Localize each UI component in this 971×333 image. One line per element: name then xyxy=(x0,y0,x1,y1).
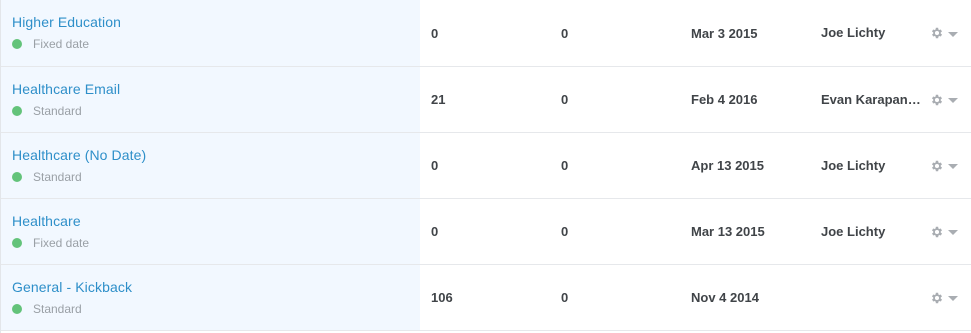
status-label: Standard xyxy=(33,302,82,316)
status-dot-icon xyxy=(12,172,22,182)
opens-count: 0 xyxy=(561,25,569,41)
opens-count: 0 xyxy=(561,224,569,239)
status-line: Standard xyxy=(12,302,82,316)
campaign-name-link[interactable]: General - Kickback xyxy=(12,279,132,295)
owner-name: Joe Lichty xyxy=(821,25,886,40)
table-row: Healthcare (No Date) Standard 0 0 Apr 13… xyxy=(1,133,971,199)
status-label: Fixed date xyxy=(33,236,90,250)
table-row: Higher Education Fixed date 0 0 Mar 3 20… xyxy=(1,0,971,67)
status-label: Standard xyxy=(33,170,82,184)
sent-count: 0 xyxy=(431,25,439,41)
sent-count: 0 xyxy=(431,224,439,239)
caret-down-icon xyxy=(948,230,958,235)
date-value: Apr 13 2015 xyxy=(691,158,764,173)
opens-count: 0 xyxy=(561,158,569,173)
campaign-name-link[interactable]: Healthcare Email xyxy=(12,81,120,97)
campaign-table: Higher Education Fixed date 0 0 Mar 3 20… xyxy=(0,0,971,333)
status-line: Standard xyxy=(12,104,82,118)
date-value: Mar 13 2015 xyxy=(691,224,765,239)
gear-icon xyxy=(931,94,943,105)
date-value: Feb 4 2016 xyxy=(691,92,758,107)
row-actions-menu[interactable] xyxy=(930,67,958,132)
status-line: Fixed date xyxy=(12,236,89,250)
campaign-name-link[interactable]: Healthcare (No Date) xyxy=(12,147,146,163)
caret-down-icon xyxy=(948,98,958,103)
status-line: Standard xyxy=(12,170,82,184)
status-label: Fixed date xyxy=(33,37,90,51)
table-row: Healthcare Email Standard 21 0 Feb 4 201… xyxy=(1,67,971,133)
owner-name xyxy=(821,265,927,330)
table-row: Healthcare Fixed date 0 0 Mar 13 2015 Jo… xyxy=(1,199,971,265)
name-cell: Healthcare (No Date) Standard xyxy=(1,133,420,198)
campaign-name-link[interactable]: Higher Education xyxy=(12,14,121,30)
gear-icon xyxy=(931,226,943,237)
name-cell: Healthcare Fixed date xyxy=(1,199,420,264)
table-row: General - Kickback Standard 106 0 Nov 4 … xyxy=(1,265,971,331)
gear-icon xyxy=(931,160,943,171)
campaign-name-link[interactable]: Healthcare xyxy=(12,213,81,229)
row-actions-menu[interactable] xyxy=(930,133,958,198)
caret-down-icon xyxy=(948,164,958,169)
name-cell: Healthcare Email Standard xyxy=(1,67,420,132)
opens-count: 0 xyxy=(561,290,569,305)
sent-count: 21 xyxy=(431,92,446,107)
name-cell: General - Kickback Standard xyxy=(1,265,420,330)
gear-icon xyxy=(931,27,943,39)
row-actions-menu[interactable] xyxy=(930,265,958,330)
sent-count: 0 xyxy=(431,158,439,173)
status-dot-icon xyxy=(12,106,22,116)
row-actions-menu[interactable] xyxy=(930,0,958,66)
name-cell: Higher Education Fixed date xyxy=(1,0,420,66)
row-actions-menu[interactable] xyxy=(930,199,958,264)
status-dot-icon xyxy=(12,304,22,314)
status-label: Standard xyxy=(33,104,82,118)
status-dot-icon xyxy=(12,238,22,248)
date-value: Nov 4 2014 xyxy=(691,290,759,305)
owner-name: Joe Lichty xyxy=(821,224,886,239)
opens-count: 0 xyxy=(561,92,569,107)
status-dot-icon xyxy=(12,39,22,49)
caret-down-icon xyxy=(948,31,958,37)
status-line: Fixed date xyxy=(12,37,89,51)
caret-down-icon xyxy=(948,296,958,301)
date-value: Mar 3 2015 xyxy=(691,25,758,41)
sent-count: 106 xyxy=(431,290,453,305)
owner-name: Evan Karapanagiotis xyxy=(821,92,927,107)
gear-icon xyxy=(931,292,943,303)
owner-name: Joe Lichty xyxy=(821,158,886,173)
